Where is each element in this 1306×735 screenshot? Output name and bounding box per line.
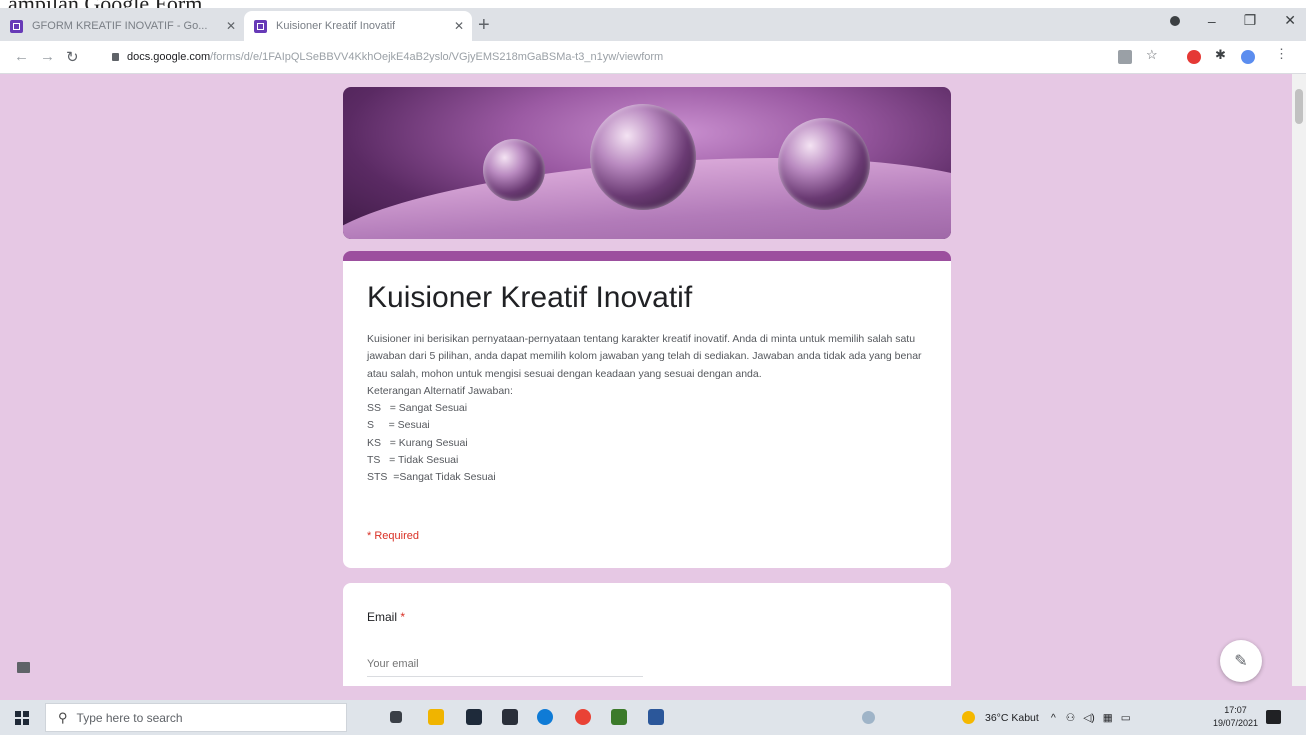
network-icon[interactable]: ⚇ [1066,712,1075,724]
dropbox-icon[interactable] [466,709,482,725]
restore-icon[interactable]: ❐ [1244,12,1257,29]
windows-taskbar: ⚲ Type here to search 36°C Kabut ^ ⚇ ◁) … [0,700,1306,735]
email-question-card: Email * [343,583,951,686]
browser-tab-strip: GFORM KREATIF INOVATIF - Go... ✕ Kuision… [0,8,1306,41]
windows-start-icon[interactable] [15,711,29,725]
tab-gform[interactable]: GFORM KREATIF INOVATIF - Go... ✕ [0,11,244,41]
form-description: Kuisioner ini berisikan pernyataan-perny… [367,333,922,484]
battery-icon[interactable]: ▭ [1121,712,1131,724]
url-host: docs.google.com [127,51,211,63]
google-forms-icon [254,19,267,33]
close-icon[interactable]: ✕ [454,19,464,33]
email-field[interactable] [367,652,643,677]
reload-icon[interactable]: ↻ [66,48,79,66]
google-forms-icon [10,19,23,33]
star-icon[interactable]: ☆ [1146,47,1160,62]
system-tray: 36°C Kabut ^ ⚇ ◁) ▦ ▭ [962,700,1131,735]
file-explorer-icon[interactable] [428,709,444,725]
clock[interactable]: 17:07 19/07/2021 [1213,704,1258,730]
translate-icon[interactable] [1118,50,1132,64]
form-page: Kuisioner Kreatif Inovatif Kuisioner ini… [0,74,1292,686]
menu-icon[interactable]: ⋮ [1275,46,1289,61]
pencil-icon: ✎ [1234,653,1248,670]
form-header-card: Kuisioner Kreatif Inovatif Kuisioner ini… [343,251,951,568]
header-image [343,87,951,239]
window-controls: – ❐ ✕ [1169,12,1296,29]
profile-icon[interactable] [1169,15,1180,26]
water-drop [590,104,696,210]
chevron-up-icon[interactable]: ^ [1051,712,1056,724]
weather-text[interactable]: 36°C Kabut [985,712,1039,724]
feedback-icon[interactable] [17,662,30,673]
date: 19/07/2021 [1213,718,1259,728]
tab-kuisioner[interactable]: Kuisioner Kreatif Inovatif ✕ [244,11,472,41]
close-window-icon[interactable]: ✕ [1284,12,1296,29]
required-note: * Required [367,530,419,542]
water-drop [483,139,545,201]
weather-sun-icon [962,711,975,724]
extensions-icon[interactable]: ✱ [1215,47,1229,62]
tab-label: GFORM KREATIF INOVATIF - Go... [32,20,208,32]
taskbar-search-input[interactable]: ⚲ Type here to search [45,703,347,732]
search-placeholder: Type here to search [76,710,183,725]
back-icon[interactable]: ← [14,48,29,65]
url-path: /forms/d/e/1FAIpQLSeBBVV4KkhOejkE4aB2ysl… [210,51,664,63]
keyboard-icon[interactable]: ▦ [1103,712,1113,724]
browser-toolbar: ← → ↻ docs.google.com /forms/d/e/1FAIpQL… [0,41,1306,74]
tab-label: Kuisioner Kreatif Inovatif [276,20,396,32]
forward-icon[interactable]: → [40,48,55,65]
lock-icon [112,53,119,61]
chrome-icon[interactable] [575,709,591,725]
water-drop [778,118,870,210]
search-icon: ⚲ [58,709,68,725]
tray-app-icon[interactable] [862,711,875,724]
close-icon[interactable]: ✕ [226,19,236,33]
notification-icon[interactable] [1266,710,1281,724]
volume-icon[interactable]: ◁) [1083,712,1095,724]
word-icon[interactable] [648,709,664,725]
minimize-icon[interactable]: – [1208,13,1216,29]
app-icon[interactable] [502,709,518,725]
avatar[interactable] [1241,50,1255,64]
page-title: Kuisioner Kreatif Inovatif [367,281,693,314]
edge-icon[interactable] [537,709,553,725]
question-label: Email * [367,610,405,624]
address-bar[interactable]: docs.google.com /forms/d/e/1FAIpQLSeBBVV… [112,47,1112,67]
task-view-icon[interactable] [390,711,402,723]
edit-pencil-button[interactable]: ✎ [1220,640,1262,682]
stop-extension-icon[interactable] [1187,50,1201,64]
app-icon[interactable] [611,709,627,725]
new-tab-icon[interactable]: + [478,14,490,37]
time: 17:07 [1224,705,1247,715]
scrollbar[interactable] [1292,74,1306,686]
email-label: Email [367,610,398,624]
required-star: * [400,610,406,624]
